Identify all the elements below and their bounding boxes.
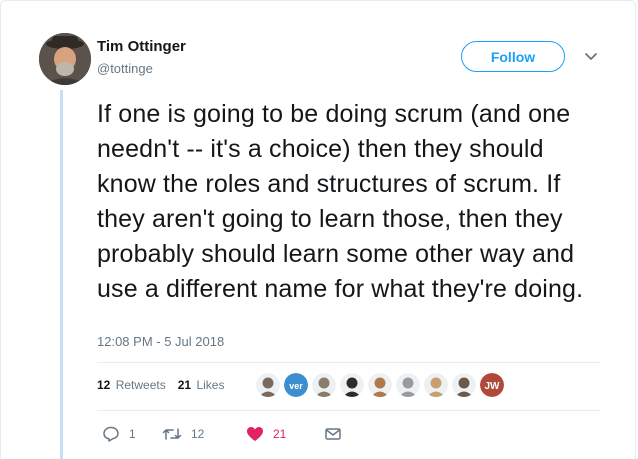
tweet-timestamp[interactable]: 12:08 PM - 5 Jul 2018 (97, 334, 224, 349)
tweet-stats: 12 Retweets 21 Likes (97, 378, 224, 392)
heart-icon (247, 427, 263, 441)
author-handle[interactable]: @tottinge (97, 61, 153, 76)
likes-label: Likes (196, 378, 225, 392)
reply-button[interactable]: 1 (102, 425, 162, 443)
liker-avatar[interactable] (452, 373, 476, 397)
user-avatar-icon (452, 373, 476, 397)
liker-avatar[interactable] (424, 373, 448, 397)
thread-line (60, 90, 63, 459)
user-avatar-icon (39, 33, 91, 85)
follow-button[interactable]: Follow (461, 41, 565, 72)
reply-count: 1 (129, 427, 136, 441)
likes-stat[interactable]: 21 Likes (178, 378, 225, 392)
retweet-button[interactable]: 12 (162, 425, 246, 443)
envelope-icon (325, 428, 341, 440)
tweet-text: If one is going to be doing scrum (and o… (97, 100, 584, 303)
user-avatar-icon: ver (284, 373, 308, 397)
like-count: 21 (273, 427, 287, 441)
retweet-icon (162, 428, 182, 440)
liker-avatar[interactable] (368, 373, 392, 397)
author-name[interactable]: Tim Ottinger (97, 38, 186, 55)
svg-text:ver: ver (289, 381, 303, 391)
user-avatar-icon (368, 373, 392, 397)
liker-avatar[interactable] (340, 373, 364, 397)
likers-list: ver JW (256, 373, 504, 397)
like-button[interactable]: 21 (246, 425, 324, 443)
svg-text:JW: JW (485, 381, 501, 392)
direct-message-button[interactable] (324, 425, 342, 443)
user-avatar-icon (256, 373, 280, 397)
divider (97, 410, 600, 411)
user-avatar-icon: JW (480, 373, 504, 397)
retweets-count: 12 (97, 378, 111, 392)
retweets-label: Retweets (115, 378, 166, 392)
tweet-actions: 1 12 21 (102, 425, 342, 443)
liker-avatar[interactable] (396, 373, 420, 397)
likes-count: 21 (177, 378, 192, 392)
user-avatar-icon (396, 373, 420, 397)
liker-avatar[interactable]: JW (480, 373, 504, 397)
user-avatar-icon (340, 373, 364, 397)
retweet-count: 12 (191, 427, 205, 441)
user-avatar-icon (312, 373, 336, 397)
user-avatar-icon (424, 373, 448, 397)
divider (97, 362, 600, 363)
reply-icon (103, 426, 119, 442)
liker-avatar[interactable] (312, 373, 336, 397)
chevron-down-icon[interactable] (583, 50, 599, 64)
liker-avatar[interactable] (256, 373, 280, 397)
liker-avatar[interactable]: ver (284, 373, 308, 397)
retweets-stat[interactable]: 12 Retweets (97, 378, 166, 392)
author-avatar[interactable] (39, 33, 91, 85)
